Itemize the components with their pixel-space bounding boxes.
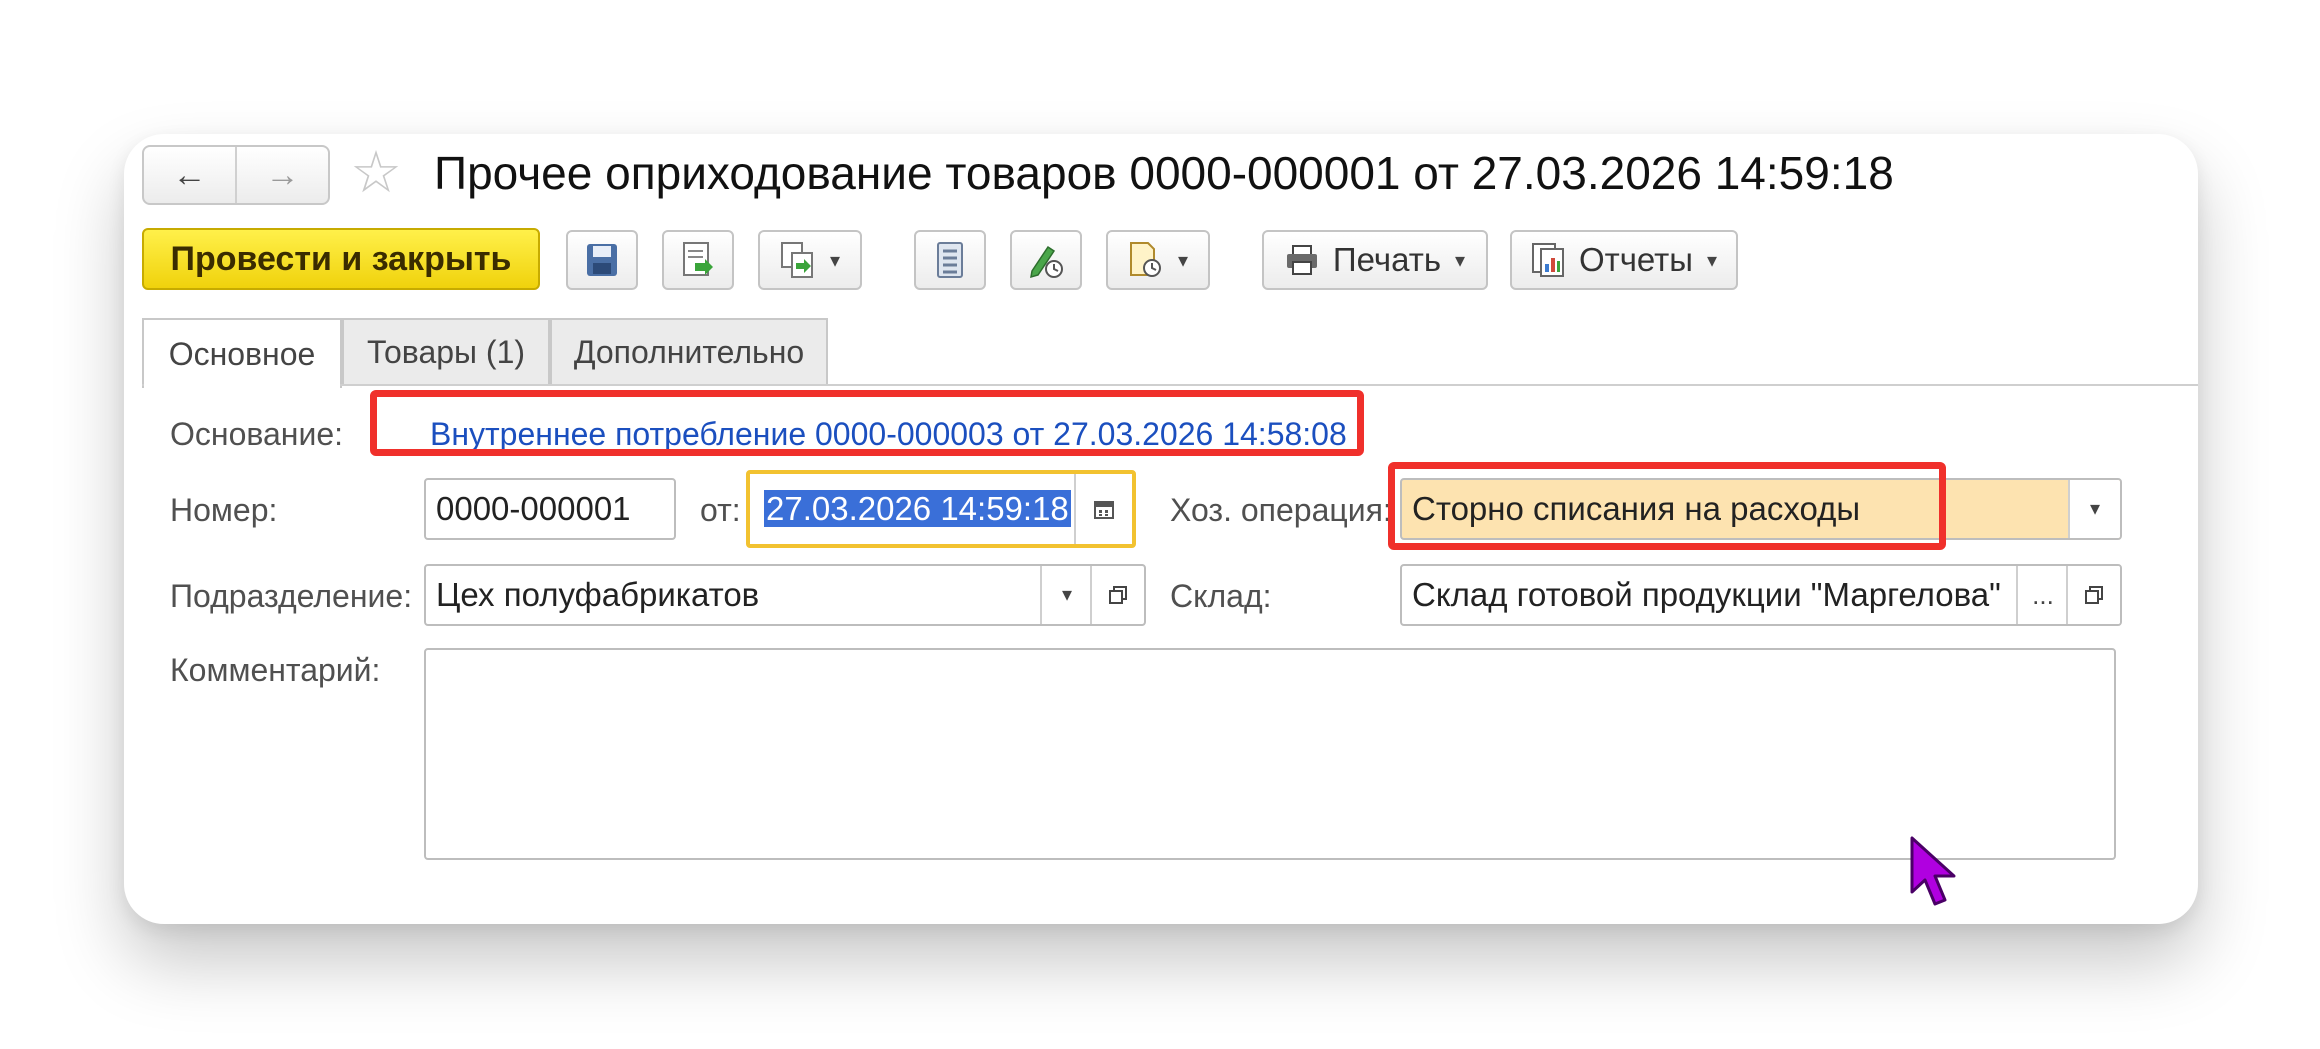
- date-field[interactable]: 27.03.2026 14:59:18: [746, 470, 1136, 548]
- warehouse-choose-button[interactable]: ...: [2016, 566, 2068, 624]
- number-field[interactable]: 0000-000001: [424, 478, 676, 540]
- tab-main[interactable]: Основное: [142, 318, 342, 388]
- warehouse-open-button[interactable]: [2066, 566, 2120, 624]
- highlight-frame-operation: [1388, 462, 1946, 550]
- chevron-down-icon: ▾: [829, 249, 841, 272]
- edit-history-button[interactable]: [1010, 230, 1082, 290]
- post-button[interactable]: [662, 230, 734, 290]
- mouse-cursor-icon: [1910, 836, 1956, 906]
- calendar-button[interactable]: [1074, 474, 1132, 544]
- warehouse-label: Склад:: [1170, 578, 1272, 614]
- department-open-button[interactable]: [1090, 566, 1144, 624]
- reports-button[interactable]: Отчеты ▾: [1510, 230, 1738, 290]
- basis-label: Основание:: [170, 416, 344, 452]
- date-from-label: от:: [700, 492, 741, 528]
- document-list-button[interactable]: [914, 230, 986, 290]
- department-select[interactable]: Цех полуфабрикатов ▾: [424, 564, 1146, 626]
- operation-label: Хоз. операция:: [1170, 492, 1392, 528]
- print-button[interactable]: Печать ▾: [1262, 230, 1488, 290]
- department-label: Подразделение:: [170, 578, 413, 614]
- comment-label: Комментарий:: [170, 652, 381, 688]
- chevron-down-icon: ▾: [1707, 249, 1718, 272]
- date-value: 27.03.2026 14:59:18: [764, 490, 1071, 527]
- attachments-icon: [1129, 242, 1161, 277]
- tab-divider: [142, 384, 2198, 386]
- page-title: Прочее оприходование товаров 0000-000001…: [434, 147, 1894, 199]
- operation-dropdown-button[interactable]: ▾: [2068, 480, 2120, 538]
- tab-additional[interactable]: Дополнительно: [550, 318, 828, 384]
- chevron-down-icon: ▾: [1061, 584, 1073, 606]
- chevron-down-icon: ▾: [2089, 498, 2101, 520]
- post-and-close-button[interactable]: Провести и закрыть: [142, 228, 540, 290]
- comment-field[interactable]: [424, 648, 2116, 860]
- calendar-icon: [1094, 501, 1114, 519]
- attachments-button[interactable]: ▾: [1106, 230, 1210, 290]
- forward-arrow-icon[interactable]: →: [235, 147, 328, 203]
- warehouse-select[interactable]: Склад готовой продукции "Маргелова" ...: [1400, 564, 2122, 626]
- tab-goods[interactable]: Товары (1): [342, 318, 550, 384]
- star-icon[interactable]: ☆: [350, 142, 402, 204]
- active-tab-gap: [144, 384, 340, 387]
- reports-icon: [1531, 243, 1564, 277]
- create-based-on-icon: [780, 242, 813, 278]
- print-label: Печать: [1332, 241, 1442, 278]
- department-dropdown-button[interactable]: ▾: [1040, 566, 1092, 624]
- save-button[interactable]: [566, 230, 638, 290]
- post-icon: [683, 242, 713, 276]
- ellipsis-icon: ...: [2032, 580, 2054, 610]
- document-list-icon: [937, 242, 963, 278]
- number-label: Номер:: [170, 492, 278, 528]
- department-value: Цех полуфабрикатов: [436, 576, 760, 613]
- chevron-down-icon: ▾: [1177, 249, 1189, 272]
- reports-label: Отчеты: [1578, 241, 1694, 278]
- navigation-buttons: ← →: [142, 145, 330, 205]
- create-based-on-button[interactable]: ▾: [758, 230, 862, 290]
- edit-history-icon: [1030, 245, 1063, 279]
- open-window-icon: [1109, 586, 1127, 604]
- warehouse-value: Склад готовой продукции "Маргелова": [1412, 576, 2001, 613]
- save-icon: [587, 244, 617, 276]
- back-arrow-icon[interactable]: ←: [144, 147, 235, 203]
- chevron-down-icon: ▾: [1455, 249, 1466, 272]
- highlight-frame-basis: [370, 390, 1364, 456]
- printer-icon: [1286, 245, 1317, 275]
- open-window-icon: [2085, 586, 2103, 604]
